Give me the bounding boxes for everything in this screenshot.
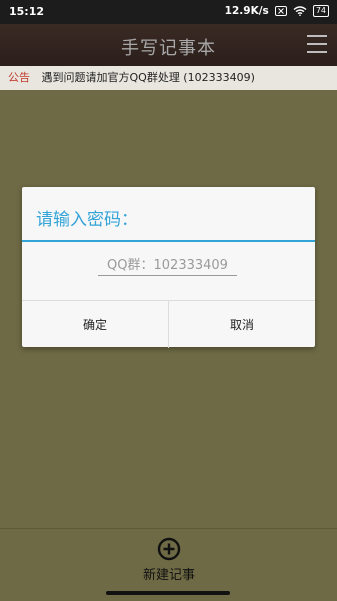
- menu-icon[interactable]: [307, 35, 327, 53]
- home-indicator[interactable]: [106, 591, 230, 595]
- dialog-buttons: 确定 取消: [22, 300, 315, 348]
- battery-icon: 74: [312, 5, 329, 17]
- sim-off-icon: [274, 6, 287, 16]
- title-bar: 手写记事本: [0, 24, 337, 66]
- confirm-button[interactable]: 确定: [22, 301, 168, 348]
- cancel-button[interactable]: 取消: [168, 301, 315, 348]
- wifi-icon: [293, 6, 307, 16]
- dialog-title: 请输入密码：: [36, 210, 138, 230]
- new-note-button[interactable]: 新建记事: [128, 537, 210, 589]
- status-bar: 15:12 12.9K/s 74: [0, 0, 337, 24]
- dialog-divider: [22, 240, 315, 242]
- status-icons: 12.9K/s 74: [225, 5, 329, 17]
- password-dialog: 请输入密码： 确定 取消: [22, 187, 315, 348]
- network-speed: 12.9K/s: [224, 5, 269, 17]
- add-circle-icon: [157, 537, 181, 561]
- notice-label: 公告: [8, 71, 30, 84]
- password-input[interactable]: [98, 255, 237, 276]
- app-title: 手写记事本: [121, 38, 216, 59]
- new-note-label: 新建记事: [142, 568, 195, 583]
- status-time: 15:12: [9, 5, 45, 18]
- notice-bar[interactable]: 公告 遇到问题请加官方QQ群处理 (102333409): [0, 66, 337, 90]
- notice-text: 遇到问题请加官方QQ群处理 (102333409): [41, 71, 255, 84]
